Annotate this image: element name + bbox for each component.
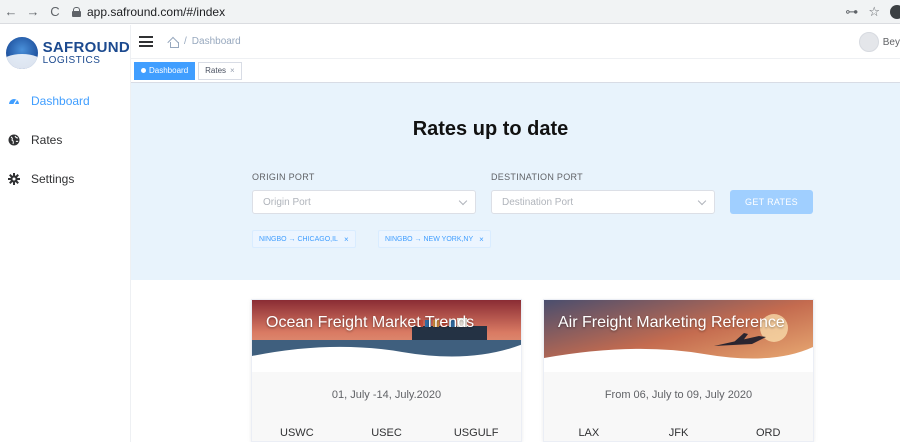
tags-view: Dashboard Rates ×	[131, 59, 900, 83]
close-icon[interactable]: ×	[230, 66, 235, 75]
breadcrumb-separator: /	[184, 36, 187, 47]
logo-mark-icon	[6, 37, 38, 69]
region-header: USWC	[280, 427, 314, 439]
dashboard-icon	[8, 95, 20, 107]
logo-title: SAFROUND	[42, 39, 130, 56]
url-text: app.safround.com/#/index	[87, 4, 226, 19]
origin-port-select[interactable]: Origin Port	[252, 190, 476, 214]
air-freight-image	[544, 300, 813, 372]
address-bar[interactable]: app.safround.com/#/index	[72, 5, 225, 19]
lock-icon	[72, 6, 81, 17]
card-date-range: From 06, July to 09, July 2020	[604, 389, 753, 401]
get-rates-button[interactable]: GET RATES	[730, 190, 813, 214]
forward-icon[interactable]: →	[22, 0, 44, 24]
key-icon[interactable]: ⊶	[845, 4, 858, 20]
sidebar-item-rates[interactable]: Rates	[0, 120, 130, 159]
origin-port-placeholder: Origin Port	[263, 196, 311, 208]
star-icon[interactable]: ☆	[868, 4, 880, 20]
user-name: Bey	[882, 36, 900, 48]
active-dot-icon	[141, 68, 146, 73]
home-icon[interactable]	[168, 37, 179, 48]
user-menu[interactable]: Bey	[858, 25, 900, 59]
globe-icon	[8, 134, 20, 146]
sidebar-item-label: Rates	[31, 132, 63, 147]
origin-port-label: ORIGIN PORT	[252, 172, 315, 182]
page-title: Rates up to date	[412, 118, 569, 140]
sidebar-item-label: Dashboard	[31, 93, 90, 108]
card-date-range: 01, July -14, July.2020	[331, 389, 442, 401]
destination-port-placeholder: Destination Port	[502, 196, 574, 208]
close-icon[interactable]: ×	[344, 235, 349, 244]
chevron-down-icon	[458, 196, 468, 206]
sidebar-item-settings[interactable]: Settings	[0, 159, 130, 198]
card-title: Ocean Freight Market Trends	[266, 314, 475, 331]
top-header: / Dashboard Bey	[131, 25, 900, 59]
region-header: ORD	[755, 427, 781, 439]
ocean-freight-card[interactable]: Ocean Freight Market Trends 01, July -14…	[251, 299, 522, 442]
card-title: Air Freight Marketing Reference	[558, 314, 785, 331]
reload-icon[interactable]: C	[44, 0, 66, 24]
breadcrumb: / Dashboard	[168, 36, 241, 48]
ocean-freight-image	[252, 300, 521, 372]
gear-icon	[8, 172, 20, 185]
region-header: JFK	[668, 427, 689, 439]
browser-toolbar: ← → C app.safround.com/#/index ⊶ ☆	[0, 0, 900, 24]
avatar[interactable]	[858, 32, 879, 52]
sidebar-item-label: Settings	[31, 171, 75, 186]
rates-search-panel: Rates up to date ORIGIN PORT Origin Port…	[131, 83, 900, 280]
chevron-down-icon	[697, 196, 707, 206]
route-chip[interactable]: NINGBO → CHICAGO,IL ×	[252, 230, 356, 248]
destination-port-select[interactable]: Destination Port	[491, 190, 715, 214]
hamburger-menu-icon[interactable]	[139, 36, 153, 47]
logo-subtitle: LOGISTICS	[42, 55, 101, 66]
logo[interactable]: SAFROUND LOGISTICS	[0, 25, 130, 81]
region-header: LAX	[578, 427, 600, 439]
close-icon[interactable]: ×	[479, 235, 484, 244]
destination-port-label: DESTINATION PORT	[491, 172, 583, 182]
breadcrumb-item-dashboard[interactable]: Dashboard	[192, 36, 241, 47]
card-region-headers: LAX JFK ORD	[544, 427, 813, 439]
tab-dashboard[interactable]: Dashboard	[134, 61, 196, 80]
sidebar-item-dashboard[interactable]: Dashboard	[0, 81, 130, 120]
route-chip-label: NINGBO → NEW YORK,NY	[385, 235, 474, 243]
sidebar: SAFROUND LOGISTICS Dashboard Rates Setti…	[0, 25, 131, 442]
back-icon[interactable]: ←	[0, 0, 22, 24]
tab-label: Dashboard	[149, 66, 189, 75]
card-region-headers: USWC USEC USGULF	[252, 427, 521, 439]
region-header: USEC	[371, 427, 402, 439]
tab-label: Rates	[205, 66, 227, 75]
tab-rates[interactable]: Rates ×	[198, 61, 242, 80]
route-chip-label: NINGBO → CHICAGO,IL	[259, 235, 338, 243]
profile-icon[interactable]	[890, 5, 900, 19]
browser-actions: ⊶ ☆	[845, 0, 900, 24]
route-chip[interactable]: NINGBO → NEW YORK,NY ×	[378, 230, 491, 248]
air-freight-card[interactable]: Air Freight Marketing Reference From 06,…	[543, 299, 814, 442]
region-header: USGULF	[453, 427, 499, 439]
